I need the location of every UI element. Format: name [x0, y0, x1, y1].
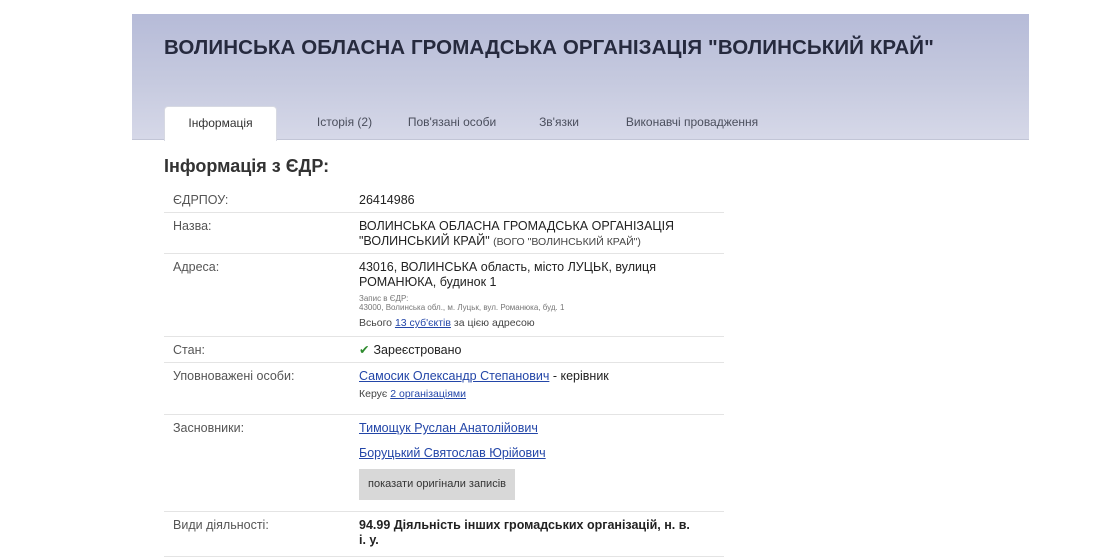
address-line-2: РОМАНЮКА, будинок 1 — [359, 275, 497, 289]
edr-record-label: Запис в ЄДР: — [359, 294, 409, 303]
address-total: Всього 13 суб'єктів за цією адресою — [359, 316, 719, 331]
status-value: ✔ Зареєстровано — [359, 343, 719, 358]
founder-link-1[interactable]: Тимощук Руслан Анатолійович — [359, 421, 538, 435]
authorized-person-line: Самосик Олександр Степанович - керівник — [359, 369, 719, 384]
authorized-value: Самосик Олександр Степанович - керівник … — [359, 369, 719, 402]
organization-title: ВОЛИНСЬКА ОБЛАСНА ГРОМАДСЬКА ОРГАНІЗАЦІЯ… — [164, 36, 934, 59]
show-originals-button[interactable]: показати оригінали записів — [359, 469, 515, 500]
check-icon: ✔ — [359, 343, 370, 357]
manages-link[interactable]: 2 організаціями — [390, 388, 466, 400]
activities-line-2: і. у. — [359, 533, 379, 547]
row-edrpou: ЄДРПОУ: 26414986 — [164, 187, 724, 213]
status-label: Стан: — [173, 343, 205, 357]
founders-value: Тимощук Руслан Анатолійович Боруцький Св… — [359, 421, 719, 500]
row-activities: Види діяльності: 94.99 Діяльність інших … — [164, 512, 724, 557]
edr-record-value: 43000, Волинська обл., м. Луцьк, вул. Ро… — [359, 303, 565, 312]
edrpou-value: 26414986 — [359, 193, 415, 207]
name-value: ВОЛИНСЬКА ОБЛАСНА ГРОМАДСЬКА ОРГАНІЗАЦІЯ… — [359, 219, 719, 250]
tab-information[interactable]: Інформація — [164, 106, 277, 141]
founder-item: Боруцький Святослав Юрійович — [359, 446, 719, 461]
status-text: Зареєстровано — [373, 343, 462, 357]
show-originals-wrap: показати оригінали записів — [359, 469, 719, 500]
section-title: Інформація з ЄДР: — [164, 156, 330, 176]
address-value: 43016, ВОЛИНСЬКА область, місто ЛУЦЬК, в… — [359, 260, 719, 331]
tab-related-persons[interactable]: Пов'язані особи — [402, 106, 502, 139]
row-founders: Засновники: Тимощук Руслан Анатолійович … — [164, 415, 724, 512]
address-label: Адреса: — [173, 260, 220, 274]
name-line-1: ВОЛИНСЬКА ОБЛАСНА ГРОМАДСЬКА ОРГАНІЗАЦІЯ — [359, 219, 675, 233]
authorized-person-link[interactable]: Самосик Олександр Степанович — [359, 369, 549, 383]
tab-enforcement[interactable]: Виконавчі провадження — [617, 106, 767, 139]
edrpou-label: ЄДРПОУ: — [173, 193, 229, 207]
address-total-suffix: за цією адресою — [453, 317, 535, 329]
short-name: (ВОГО "ВОЛИНСЬКИЙ КРАЙ") — [493, 236, 641, 248]
tab-history[interactable]: Історія (2) — [302, 106, 387, 139]
row-name: Назва: ВОЛИНСЬКА ОБЛАСНА ГРОМАДСЬКА ОРГА… — [164, 213, 724, 254]
founder-link-2[interactable]: Боруцький Святослав Юрійович — [359, 446, 546, 460]
name-line-2-wrap: "ВОЛИНСЬКИЙ КРАЙ" (ВОГО "ВОЛИНСЬКИЙ КРАЙ… — [359, 234, 719, 250]
address-total-prefix: Всього — [359, 317, 393, 329]
activities-label: Види діяльності: — [173, 518, 269, 532]
authorized-role: - керівник — [552, 369, 609, 383]
tab-connections[interactable]: Зв'язки — [524, 106, 594, 139]
row-status: Стан: ✔ Зареєстровано — [164, 337, 724, 363]
info-table: ЄДРПОУ: 26414986 Назва: ВОЛИНСЬКА ОБЛАСН… — [164, 187, 724, 557]
activities-value: 94.99 Діяльність інших громадських орган… — [359, 518, 719, 548]
row-authorized-persons: Уповноважені особи: Самосик Олександр Ст… — [164, 363, 724, 415]
address-line-1: 43016, ВОЛИНСЬКА область, місто ЛУЦЬК, в… — [359, 260, 656, 274]
manages-prefix: Керує — [359, 388, 388, 400]
address-subjects-link[interactable]: 13 суб'єктів — [395, 317, 451, 329]
name-line-2: "ВОЛИНСЬКИЙ КРАЙ" — [359, 234, 490, 248]
authorized-label: Уповноважені особи: — [173, 369, 295, 383]
page-header: ВОЛИНСЬКА ОБЛАСНА ГРОМАДСЬКА ОРГАНІЗАЦІЯ… — [132, 14, 1029, 141]
row-address: Адреса: 43016, ВОЛИНСЬКА область, місто … — [164, 254, 724, 337]
founder-item: Тимощук Руслан Анатолійович — [359, 421, 719, 436]
activities-line-1: 94.99 Діяльність інших громадських орган… — [359, 518, 690, 532]
manages-line: Керує 2 організаціями — [359, 387, 719, 402]
founders-label: Засновники: — [173, 421, 245, 435]
name-label: Назва: — [173, 219, 212, 233]
